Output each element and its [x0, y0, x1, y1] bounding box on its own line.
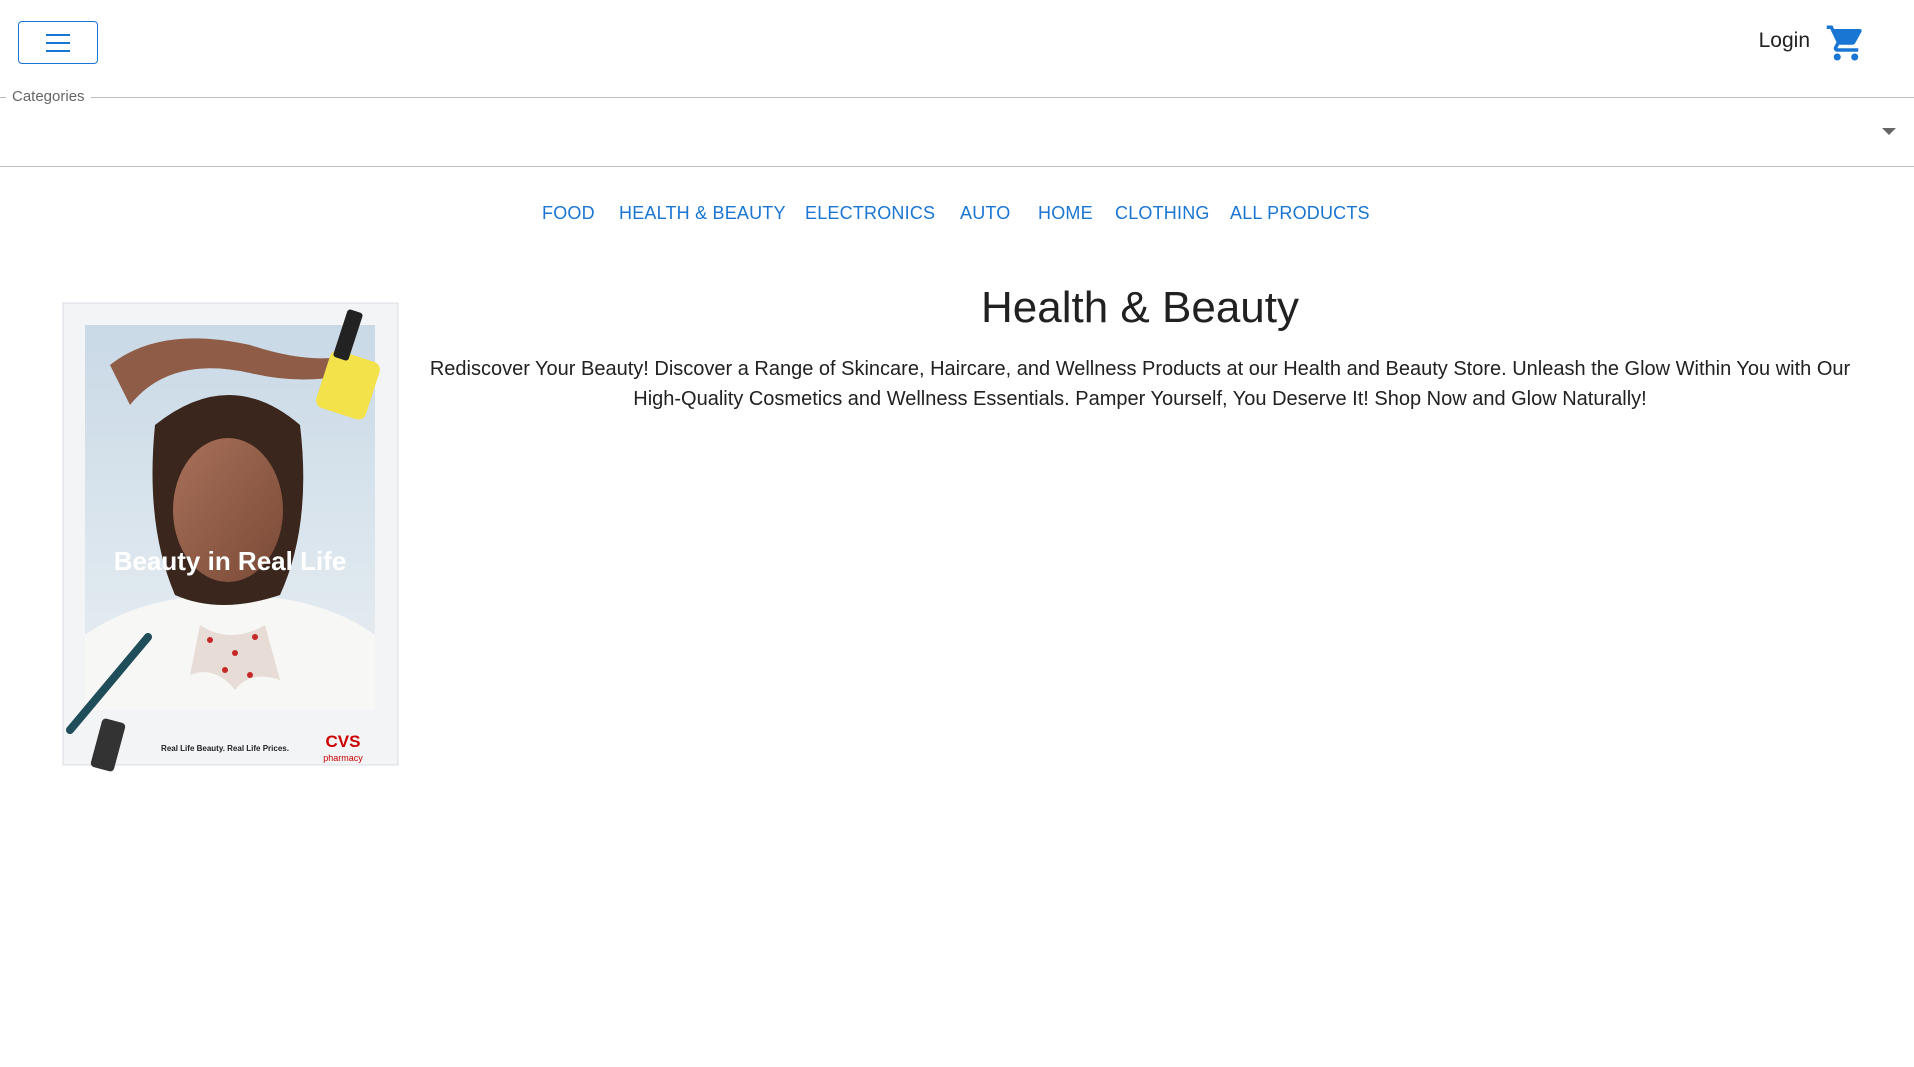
nav-auto[interactable]: AUTO [960, 203, 1010, 224]
menu-button[interactable] [18, 21, 98, 64]
category-nav: FOOD HEALTH & BEAUTY ELECTRONICS AUTO HO… [0, 203, 1914, 229]
nav-all-products[interactable]: ALL PRODUCTS [1230, 203, 1370, 224]
nav-clothing[interactable]: CLOTHING [1115, 203, 1210, 224]
hamburger-icon [46, 33, 70, 52]
categories-label: Categories [6, 88, 91, 105]
shopping-cart-icon[interactable] [1824, 22, 1868, 64]
nav-electronics[interactable]: ELECTRONICS [805, 203, 935, 224]
poster-headline: Beauty in Real Life [114, 546, 347, 576]
categories-select[interactable]: Categories [0, 88, 1914, 167]
poster-tagline: Real Life Beauty. Real Life Prices. [161, 744, 289, 753]
health-beauty-poster-image: Beauty in Real Life Real Life Beauty. Re… [62, 302, 399, 772]
nav-food[interactable]: FOOD [542, 203, 595, 224]
nav-home[interactable]: HOME [1038, 203, 1093, 224]
cvs-logo-sub: pharmacy [323, 753, 363, 763]
nav-health-beauty[interactable]: HEALTH & BEAUTY [619, 203, 786, 224]
dropdown-arrow-icon [1882, 128, 1896, 135]
page-title: Health & Beauty [981, 283, 1299, 332]
page-description: Rediscover Your Beauty! Discover a Range… [429, 358, 1851, 410]
cvs-logo: CVS [326, 732, 361, 751]
login-link[interactable]: Login [1759, 29, 1810, 53]
